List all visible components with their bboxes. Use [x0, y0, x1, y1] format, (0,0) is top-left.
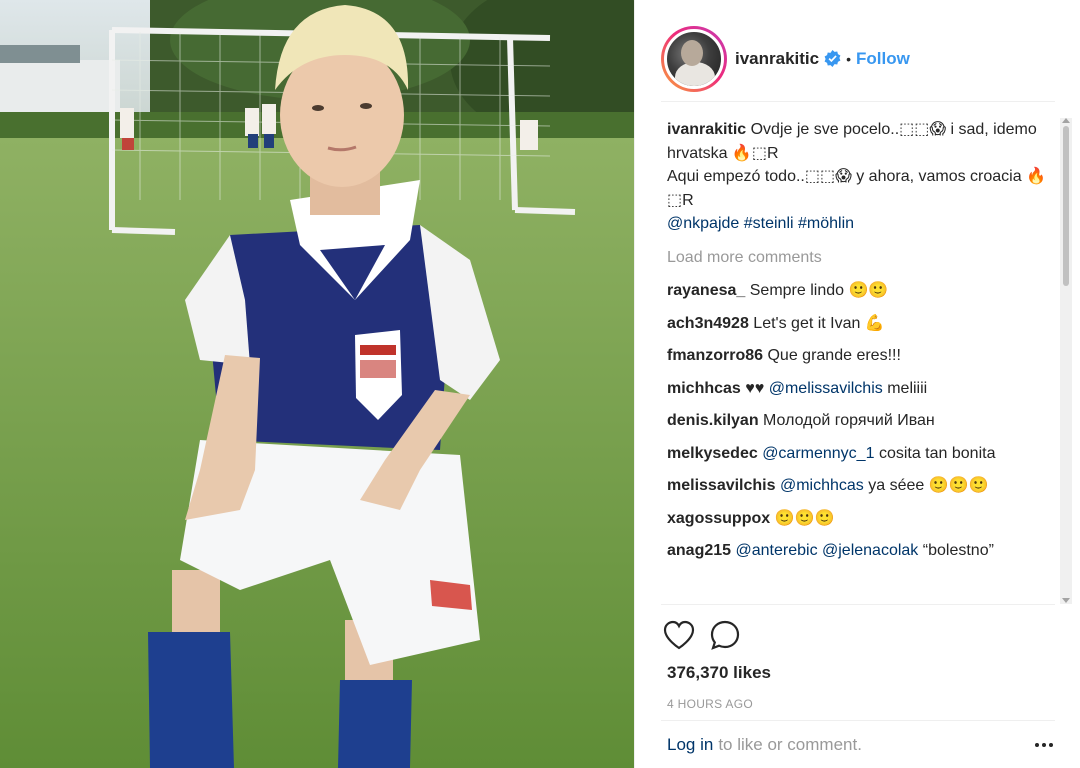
comment-username[interactable]: anag215 — [667, 542, 731, 559]
post-caption: ivanrakitic Ovdje je sve pocelo..⬚⬚😱 i s… — [667, 118, 1057, 236]
comment-text: “bolestno” — [922, 542, 994, 559]
comments-list[interactable]: ivanrakitic Ovdje je sve pocelo..⬚⬚😱 i s… — [667, 118, 1057, 604]
comment: fmanzorro86 Que grande eres!!! — [667, 344, 1057, 368]
heart-icon[interactable] — [661, 617, 697, 653]
comment-mention[interactable]: @carmennyc_1 — [762, 445, 874, 462]
comment-text: cosita tan bonita — [878, 444, 996, 462]
caption-mention[interactable]: @nkpajde — [667, 215, 739, 232]
header-separator: • — [846, 50, 852, 67]
comments-scrollbar[interactable] — [1060, 118, 1072, 604]
comment-text: Sempre lindo 🙂🙂 — [749, 282, 889, 299]
scroll-down-arrow-icon[interactable] — [1062, 598, 1070, 603]
comment: michhcas ♥♥ @melissavilchis meliiii — [667, 377, 1057, 401]
login-link[interactable]: Log in — [667, 735, 713, 755]
scroll-thumb[interactable] — [1063, 126, 1069, 286]
comment-mention[interactable]: @melissavilchis — [769, 380, 883, 397]
comment: ach3n4928 Let's get it Ivan 💪 — [667, 312, 1057, 336]
post-username[interactable]: ivanrakitic — [735, 49, 819, 69]
login-prompt-text: to like or comment. — [718, 734, 862, 754]
comment-text: Молодой горячий Иван — [763, 412, 935, 429]
comment-username[interactable]: rayanesa_ — [667, 282, 745, 299]
comment-username[interactable]: xagossuppox — [667, 510, 770, 527]
comment-username[interactable]: melkysedec — [667, 445, 758, 462]
comment-hearts: ♥♥ — [745, 379, 765, 397]
comment-username[interactable]: ach3n4928 — [667, 315, 749, 332]
comment-mention[interactable]: @michhcas — [780, 477, 864, 494]
likes-count[interactable]: 376,370 likes — [661, 663, 1055, 683]
comment-username[interactable]: fmanzorro86 — [667, 347, 763, 364]
comment: anag215 @anterebic @jelenacolak “bolestn… — [667, 539, 1057, 563]
avatar[interactable] — [664, 28, 724, 89]
caption-hashtag[interactable]: #möhlin — [798, 215, 854, 232]
comment-text: Let's get it Ivan 💪 — [753, 314, 885, 332]
post-timestamp[interactable]: 4 HOURS AGO — [661, 697, 1055, 711]
more-options-icon[interactable] — [1035, 742, 1055, 747]
comment-text: meliiii — [887, 379, 928, 397]
follow-button[interactable]: Follow — [856, 49, 910, 69]
caption-line-2: Aqui empezó todo..⬚⬚😱 y ahora, vamos cro… — [667, 168, 1046, 209]
caption-username[interactable]: ivanrakitic — [667, 121, 746, 138]
comment-username[interactable]: denis.kilyan — [667, 412, 759, 429]
scroll-up-arrow-icon[interactable] — [1062, 118, 1070, 123]
comment-username[interactable]: michhcas — [667, 380, 741, 397]
comment: xagossuppox 🙂🙂🙂 — [667, 507, 1057, 531]
post-sidebar: ivanrakitic • Follow ivanrakitic Ovdje j… — [634, 0, 1080, 768]
comment: denis.kilyan Молодой горячий Иван — [667, 409, 1057, 433]
post-actions: 376,370 likes 4 HOURS AGO — [661, 604, 1055, 711]
post-header: ivanrakitic • Follow — [661, 16, 1055, 102]
comment-icon[interactable] — [707, 617, 743, 653]
comment-text: 🙂🙂🙂 — [774, 509, 835, 527]
comment: rayanesa_ Sempre lindo 🙂🙂 — [667, 279, 1057, 303]
verified-badge-icon — [824, 50, 841, 67]
login-footer: Log in to like or comment. — [661, 720, 1055, 768]
comment-username[interactable]: melissavilchis — [667, 477, 776, 494]
comment-text: ya séee 🙂🙂🙂 — [868, 477, 989, 494]
post-image — [0, 0, 634, 768]
comment-mention[interactable]: @anterebic @jelenacolak — [736, 542, 919, 559]
load-more-comments-button[interactable]: Load more comments — [667, 246, 1057, 270]
comment: melissavilchis @michhcas ya séee 🙂🙂🙂 — [667, 474, 1057, 498]
story-ring[interactable] — [661, 25, 727, 92]
comment: melkysedec @carmennyc_1 cosita tan bonit… — [667, 442, 1057, 466]
comment-text: Que grande eres!!! — [767, 347, 901, 364]
action-icons — [661, 617, 1055, 653]
caption-hashtag[interactable]: #steinli — [744, 215, 794, 232]
post-photo[interactable] — [0, 0, 634, 768]
